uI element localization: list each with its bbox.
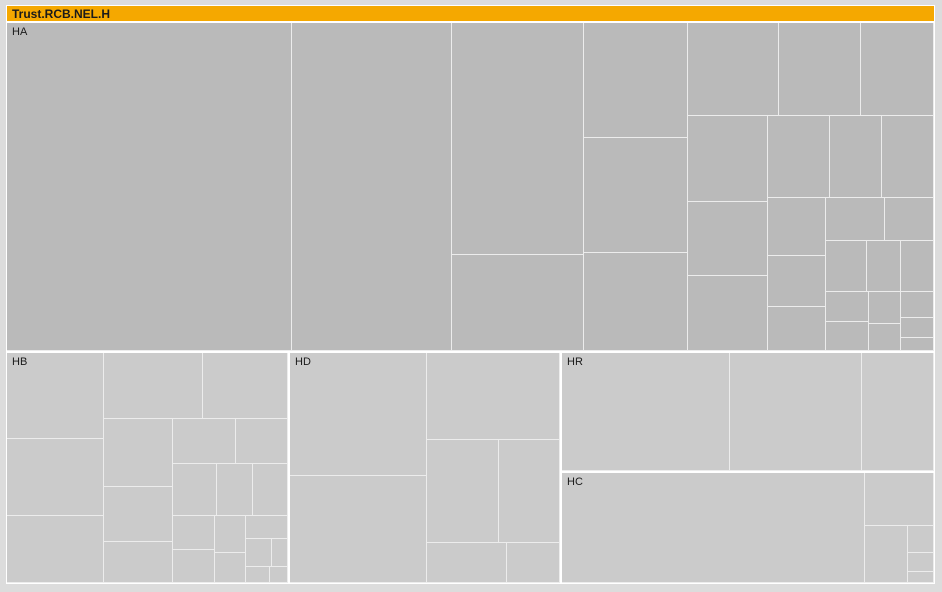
treemap-group-label: HR <box>567 356 583 368</box>
treemap-cell[interactable] <box>291 23 453 351</box>
treemap-group-hb[interactable]: HB <box>6 352 289 584</box>
treemap-cell[interactable] <box>290 475 428 583</box>
treemap-cell[interactable] <box>172 549 215 583</box>
treemap-cell[interactable] <box>869 292 901 325</box>
treemap-cell[interactable] <box>252 463 288 517</box>
treemap: Trust.RCB.NEL.H HA HB HD HR HC <box>0 0 942 592</box>
treemap-cell[interactable] <box>269 567 288 583</box>
treemap-cell[interactable] <box>829 116 882 198</box>
treemap-cell[interactable] <box>214 516 246 553</box>
treemap-cell[interactable] <box>245 516 288 539</box>
treemap-cell[interactable] <box>245 538 272 568</box>
treemap-cell[interactable] <box>861 23 934 117</box>
treemap-cell[interactable] <box>562 473 866 583</box>
treemap-cell[interactable] <box>881 116 934 198</box>
treemap-cell[interactable] <box>825 197 885 242</box>
treemap-cell[interactable] <box>498 440 560 544</box>
treemap-cell[interactable] <box>688 201 768 277</box>
treemap-cell[interactable] <box>907 571 934 583</box>
treemap-cell[interactable] <box>104 542 173 583</box>
treemap-group-label: HB <box>12 356 28 368</box>
treemap-cell[interactable] <box>825 321 870 351</box>
treemap-cell[interactable] <box>584 252 688 351</box>
treemap-cell[interactable] <box>235 419 288 464</box>
treemap-cell[interactable] <box>214 552 246 583</box>
treemap-cell[interactable] <box>865 525 908 583</box>
treemap-cell[interactable] <box>730 353 862 471</box>
treemap-group-label: HD <box>295 356 311 368</box>
treemap-cell[interactable] <box>290 353 428 476</box>
treemap-cell[interactable] <box>767 256 826 308</box>
treemap-cell[interactable] <box>907 553 934 572</box>
treemap-cell[interactable] <box>217 463 253 517</box>
treemap-cell[interactable] <box>584 23 688 138</box>
treemap-cell[interactable] <box>172 419 236 464</box>
treemap-cell[interactable] <box>452 23 585 255</box>
treemap-cell[interactable] <box>907 525 934 554</box>
treemap-title: Trust.RCB.NEL.H <box>6 5 935 22</box>
treemap-cell[interactable] <box>688 23 780 117</box>
treemap-cell[interactable] <box>245 567 270 583</box>
treemap-cell[interactable] <box>862 353 934 471</box>
treemap-cell[interactable] <box>427 353 560 441</box>
treemap-cell[interactable] <box>172 516 215 550</box>
treemap-cell[interactable] <box>7 515 105 583</box>
treemap-group-label: HA <box>12 26 28 38</box>
treemap-cell[interactable] <box>900 338 934 351</box>
treemap-cell[interactable] <box>562 353 730 471</box>
treemap-cell[interactable] <box>884 197 934 242</box>
treemap-cell[interactable] <box>271 538 288 568</box>
treemap-cell[interactable] <box>825 292 870 322</box>
treemap-group-hr[interactable]: HR <box>561 352 935 472</box>
treemap-group-label: HC <box>567 476 583 488</box>
treemap-cell[interactable] <box>825 241 868 293</box>
treemap-cell[interactable] <box>767 116 830 198</box>
treemap-group-hc[interactable]: HC <box>561 472 935 584</box>
treemap-cell[interactable] <box>767 197 826 257</box>
treemap-group-ha[interactable]: HA <box>6 22 935 352</box>
treemap-cell[interactable] <box>172 463 218 517</box>
treemap-cell[interactable] <box>779 23 862 117</box>
treemap-group-hd[interactable]: HD <box>289 352 561 584</box>
treemap-cell[interactable] <box>7 23 292 351</box>
treemap-cell[interactable] <box>867 241 901 293</box>
treemap-cell[interactable] <box>7 439 105 516</box>
treemap-cell[interactable] <box>203 353 288 420</box>
treemap-cell[interactable] <box>104 353 204 420</box>
treemap-cell[interactable] <box>900 317 934 339</box>
treemap-cell[interactable] <box>584 137 688 253</box>
treemap-cell[interactable] <box>688 116 768 202</box>
treemap-cell[interactable] <box>865 473 934 526</box>
treemap-cell[interactable] <box>452 254 585 351</box>
treemap-cell[interactable] <box>506 543 560 583</box>
treemap-cell[interactable] <box>900 292 934 318</box>
treemap-cell[interactable] <box>104 419 173 488</box>
treemap-cell[interactable] <box>869 324 901 351</box>
treemap-cell[interactable] <box>104 487 173 543</box>
treemap-cell[interactable] <box>427 543 507 583</box>
treemap-cell[interactable] <box>427 440 499 544</box>
treemap-cell[interactable] <box>688 276 768 351</box>
treemap-cell[interactable] <box>900 241 934 293</box>
treemap-cell[interactable] <box>767 307 826 351</box>
